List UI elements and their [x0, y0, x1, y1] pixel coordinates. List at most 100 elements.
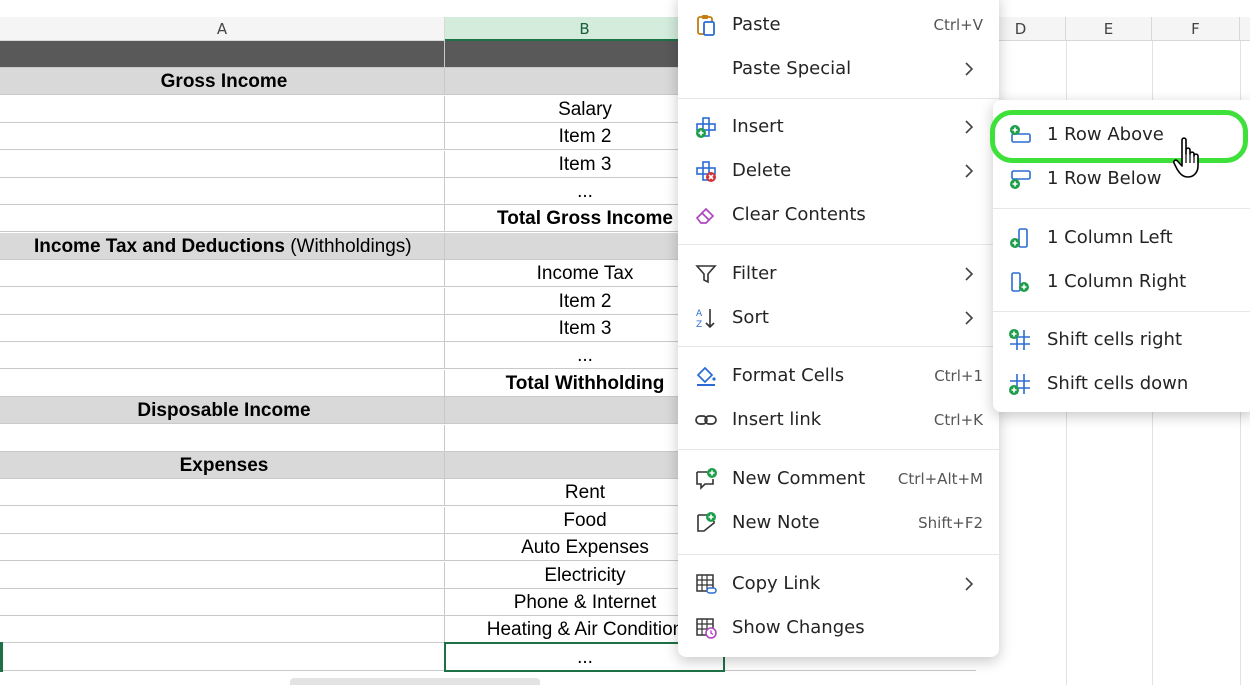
cell-a[interactable]: [4, 534, 445, 561]
submenu-item-shift-down[interactable]: Shift cells down: [993, 362, 1250, 406]
insert-icon: [696, 117, 716, 138]
submenu-separator: [993, 311, 1250, 312]
cell-a[interactable]: [4, 644, 445, 671]
cell-a[interactable]: [4, 507, 445, 534]
menu-item-copy-link[interactable]: Copy Link: [678, 562, 999, 606]
submenu-separator: [993, 208, 1250, 209]
cell-a[interactable]: [4, 425, 445, 452]
filter-icon: [695, 265, 717, 284]
submenu-item-shift-right[interactable]: Shift cells right: [993, 318, 1250, 362]
menu-label: Insert: [732, 116, 784, 137]
column-left-icon: [1010, 228, 1028, 248]
cell-a[interactable]: [4, 479, 445, 506]
menu-item-clear-contents[interactable]: Clear Contents: [678, 193, 999, 237]
cell-a-text: Income Tax and Deductions: [34, 236, 285, 257]
menu-label: Sort: [732, 307, 769, 328]
svg-text:Z: Z: [696, 320, 702, 330]
menu-label: Clear Contents: [732, 204, 866, 225]
column-headers: A B D E F: [0, 17, 1250, 41]
row-below-icon: [1010, 170, 1031, 189]
menu-shortcut: Ctrl+1: [934, 367, 983, 385]
menu-item-paste-special[interactable]: Paste Special: [678, 47, 999, 91]
new-comment-icon: [696, 468, 717, 490]
cell-a-text: Disposable Income: [137, 400, 311, 421]
new-note-icon: [697, 512, 716, 532]
submenu-label: 1 Column Right: [1047, 271, 1187, 292]
cell-a[interactable]: [4, 315, 445, 342]
shift-right-icon: [1009, 329, 1030, 350]
cell-a[interactable]: [4, 589, 445, 616]
menu-label: Insert link: [732, 409, 822, 430]
cell-a[interactable]: [4, 41, 445, 68]
cell-a[interactable]: Disposable Income: [4, 397, 445, 424]
copy-link-icon: [696, 574, 717, 594]
hand-cursor-icon: [1172, 137, 1199, 178]
menu-item-sort[interactable]: A Z Sort: [678, 296, 999, 340]
cell-a[interactable]: [4, 151, 445, 178]
submenu-label: Shift cells down: [1047, 373, 1189, 394]
cell-a[interactable]: [4, 342, 445, 369]
cell-a[interactable]: [4, 288, 445, 315]
cell-a[interactable]: [4, 260, 445, 287]
sort-icon: A Z: [696, 309, 715, 330]
menu-item-paste[interactable]: Paste Ctrl+V: [678, 3, 999, 47]
cell-a[interactable]: [4, 562, 445, 589]
submenu-label: Shift cells right: [1047, 329, 1182, 350]
menu-label: Paste Special: [732, 58, 852, 79]
menu-item-show-changes[interactable]: Show Changes: [678, 606, 999, 650]
shift-down-icon: [1009, 374, 1030, 395]
cell-a[interactable]: [4, 616, 445, 643]
menu-item-delete[interactable]: Delete: [678, 149, 999, 193]
format-cells-icon: [696, 366, 716, 386]
menu-label: Paste: [732, 14, 781, 35]
submenu-item-column-left[interactable]: 1 Column Left: [993, 216, 1250, 260]
chevron-right-icon: [965, 62, 974, 76]
menu-label: Delete: [732, 160, 792, 181]
menu-shortcut: Ctrl+Alt+M: [897, 470, 983, 488]
submenu-item-row-below[interactable]: 1 Row Below: [993, 157, 1250, 201]
show-changes-icon: [696, 618, 717, 639]
row-selection-marker: [0, 642, 3, 672]
chevron-right-icon: [965, 267, 974, 281]
menu-label: Format Cells: [732, 365, 845, 386]
menu-separator: [678, 554, 999, 555]
column-header-e[interactable]: E: [1066, 17, 1152, 41]
cell-a[interactable]: [4, 123, 445, 150]
cell-a[interactable]: Income Tax and Deductions (Withholdings): [4, 233, 445, 260]
menu-item-insert-link[interactable]: Insert link Ctrl+K: [678, 398, 999, 442]
column-right-icon: [1011, 272, 1029, 292]
chevron-right-icon: [965, 311, 974, 325]
cell-a[interactable]: Expenses: [4, 452, 445, 479]
submenu-label: 1 Row Below: [1047, 168, 1162, 189]
menu-item-new-note[interactable]: New Note Shift+F2: [678, 501, 999, 545]
submenu-item-column-right[interactable]: 1 Column Right: [993, 260, 1250, 304]
menu-label: Show Changes: [732, 617, 865, 638]
chevron-right-icon: [965, 120, 974, 134]
menu-separator: [678, 98, 999, 99]
menu-item-new-comment[interactable]: New Comment Ctrl+Alt+M: [678, 457, 999, 501]
cell-a[interactable]: [4, 205, 445, 232]
cell-a[interactable]: [4, 370, 445, 397]
column-header-f[interactable]: F: [1152, 17, 1240, 41]
menu-label: New Note: [732, 512, 820, 533]
menu-separator: [678, 449, 999, 450]
chevron-right-icon: [965, 164, 974, 178]
cell-a-suffix: (Withholdings): [284, 236, 412, 257]
menu-separator: [678, 244, 999, 245]
cell-a[interactable]: [4, 178, 445, 205]
cell-a[interactable]: [4, 96, 445, 123]
paste-icon: [697, 15, 715, 36]
top-strip: [0, 0, 1250, 17]
menu-item-format-cells[interactable]: Format Cells Ctrl+1: [678, 354, 999, 398]
menu-item-filter[interactable]: Filter: [678, 252, 999, 296]
column-header-a[interactable]: A: [0, 17, 445, 41]
menu-label: Copy Link: [732, 573, 821, 594]
cell-a-text: Gross Income: [160, 71, 288, 92]
menu-item-insert[interactable]: Insert: [678, 105, 999, 149]
menu-shortcut: Ctrl+K: [933, 411, 983, 429]
cell-a[interactable]: Gross Income: [4, 68, 445, 95]
cell-a-text: Expenses: [179, 455, 269, 476]
delete-icon: [696, 161, 716, 182]
horizontal-scrollbar[interactable]: [290, 678, 540, 685]
eraser-icon: [695, 207, 715, 224]
